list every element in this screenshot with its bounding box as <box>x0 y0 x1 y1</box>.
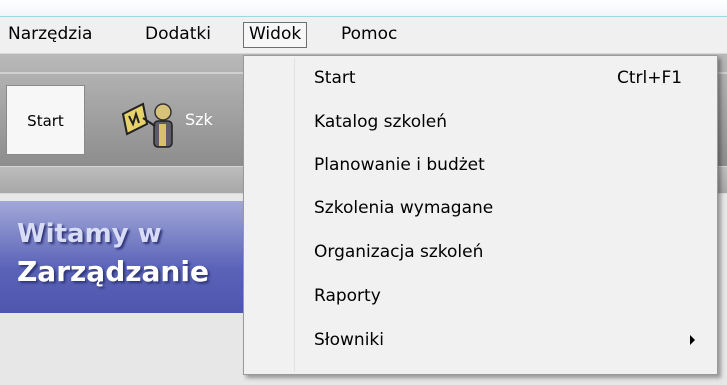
menu-item-planowanie-i-budzet[interactable]: Planowanie i budżet <box>245 147 716 185</box>
menu-item-organizacja-szkolen[interactable]: Organizacja szkoleń <box>245 234 716 272</box>
menu-pomoc[interactable]: Pomoc <box>336 22 402 46</box>
menu-item-start[interactable]: Start Ctrl+F1 <box>245 60 716 98</box>
menu-item-label: Raporty <box>314 286 381 306</box>
menu-item-label: Katalog szkoleń <box>314 112 448 132</box>
menu-item-label: Start <box>314 68 356 88</box>
menu-item-label: Szkolenia wymagane <box>314 198 494 218</box>
menu-item-katalog-szkolen[interactable]: Katalog szkoleń <box>245 104 716 142</box>
menu-item-label: Słowniki <box>314 330 384 350</box>
welcome-line-1: Witamy w <box>17 219 162 249</box>
widok-dropdown-menu: Start Ctrl+F1 Katalog szkoleń Planowanie… <box>243 55 718 375</box>
menu-item-shortcut: Ctrl+F1 <box>617 68 683 88</box>
menu-item-slowniki[interactable]: Słowniki <box>245 322 716 360</box>
menu-item-szkolenia-wymagane[interactable]: Szkolenia wymagane <box>245 190 716 228</box>
welcome-banner: Witamy w Zarządzanie <box>0 201 250 313</box>
window-top-strip <box>0 0 727 17</box>
welcome-line-2: Zarządzanie <box>17 255 209 288</box>
menu-widok[interactable]: Widok <box>243 22 308 48</box>
chevron-right-icon <box>690 335 695 345</box>
menu-item-label: Organizacja szkoleń <box>314 242 484 262</box>
menu-item-raporty[interactable]: Raporty <box>245 278 716 316</box>
menu-dodatki[interactable]: Dodatki <box>140 22 216 46</box>
training-person-icon[interactable] <box>121 100 183 150</box>
toolbar-item-label[interactable]: Szk <box>185 110 213 129</box>
menu-item-label: Planowanie i budżet <box>314 155 485 175</box>
menu-narzedzia[interactable]: Narzędzia <box>3 22 97 46</box>
start-button[interactable]: Start <box>6 85 85 155</box>
menu-bar: Narzędzia Dodatki Widok Pomoc <box>0 17 727 54</box>
